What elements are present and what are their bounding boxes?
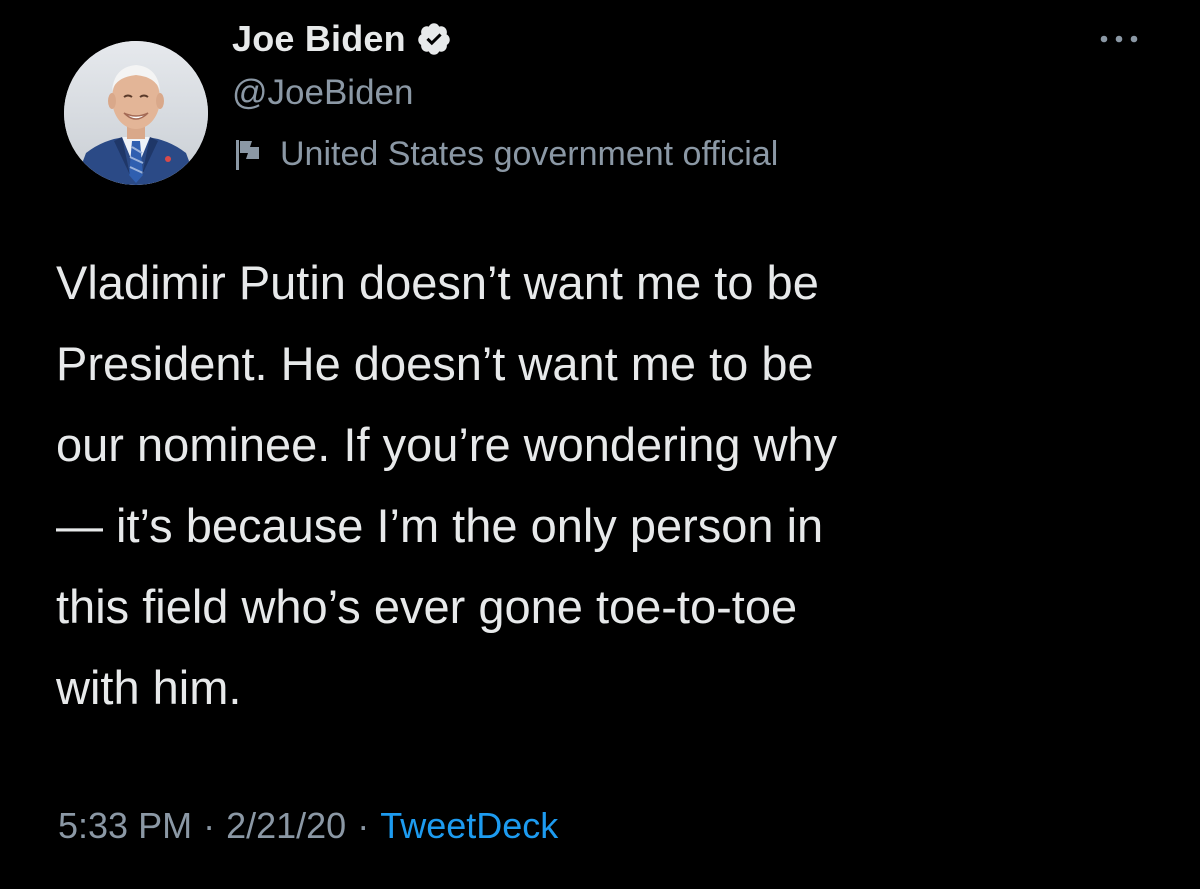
- tweet-text: Vladimir Putin doesn’t want me to be Pre…: [56, 256, 838, 714]
- account-label-text: United States government official: [280, 134, 779, 173]
- tweet-time[interactable]: 5:33 PM: [58, 805, 192, 847]
- tweet-source-link[interactable]: TweetDeck: [380, 805, 558, 847]
- display-name[interactable]: Joe Biden: [232, 18, 406, 60]
- meta-separator: ·: [357, 805, 370, 846]
- tweet: Joe Biden @JoeBiden United States govern…: [0, 0, 1200, 889]
- user-handle[interactable]: @JoeBiden: [232, 73, 413, 113]
- verified-badge-icon: [416, 21, 452, 57]
- avatar[interactable]: [64, 41, 208, 185]
- name-row: Joe Biden: [232, 14, 452, 64]
- flag-icon: [232, 134, 264, 174]
- account-label: United States government official: [232, 134, 778, 174]
- tweet-meta: 5:33 PM · 2/21/20 · TweetDeck: [58, 805, 558, 847]
- more-icon: [1100, 35, 1138, 43]
- meta-separator: ·: [203, 805, 216, 846]
- tweet-date[interactable]: 2/21/20: [226, 805, 346, 847]
- more-options-button[interactable]: [1098, 24, 1140, 54]
- avatar-portrait: [64, 41, 208, 185]
